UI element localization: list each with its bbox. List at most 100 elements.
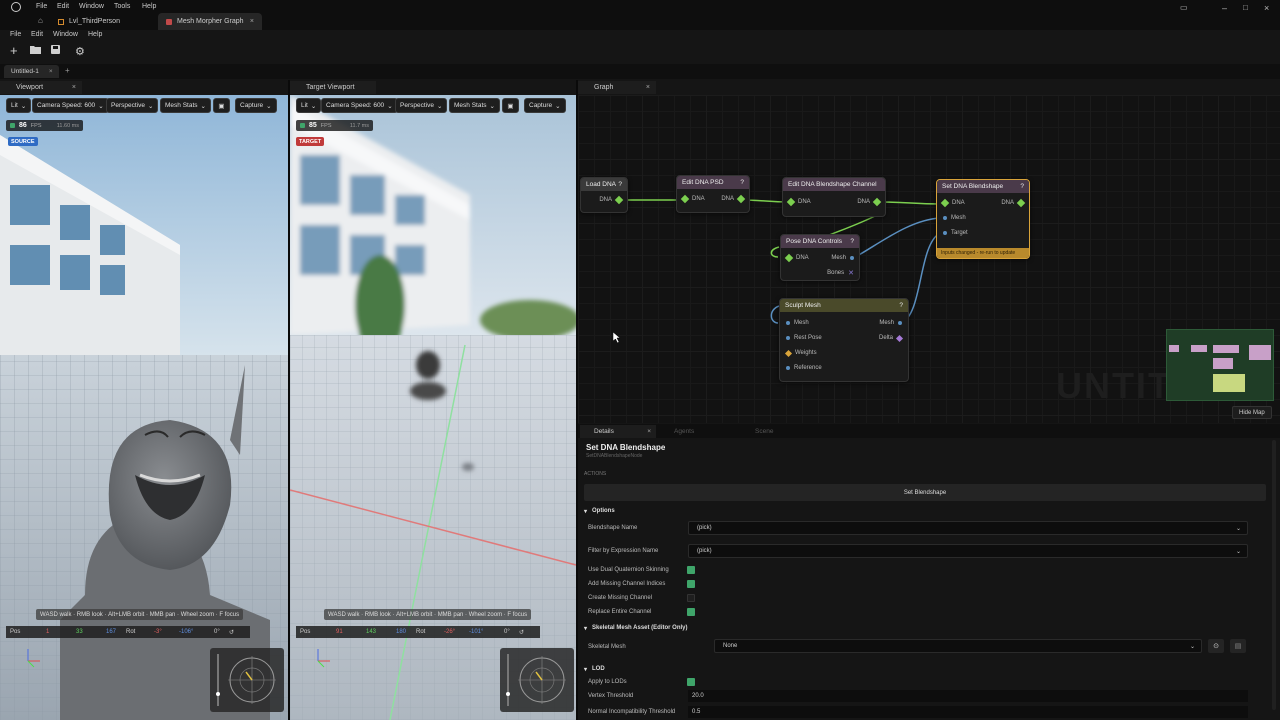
blendshape-name-dropdown[interactable]: (pick) ⌄ [688,521,1248,535]
monitor-icon[interactable]: ▭ [1180,3,1188,12]
camera-compass[interactable] [210,648,284,712]
apply-lods-checkbox[interactable] [687,678,695,686]
vertex-threshold-input[interactable]: 20.0 [688,690,1248,702]
pin-bones-out[interactable]: Bones ✕ [827,269,854,277]
browse-asset-icon[interactable]: ⊙ [1208,639,1224,653]
open-folder-icon[interactable] [30,45,41,57]
minimize-icon[interactable]: – [1222,3,1227,13]
help-icon[interactable]: ? [618,181,622,188]
add-icon[interactable]: + [10,43,18,58]
add-missing-checkbox[interactable] [687,580,695,588]
camera-speed-dropdown[interactable]: Camera Speed: 600 ⌄ [32,98,109,113]
set-blendshape-button[interactable]: Set Blendshape [584,484,1266,501]
pin-dna-out[interactable]: DNA [599,195,624,205]
pin-reference-in[interactable]: Reference [786,365,822,371]
save-icon[interactable] [51,45,60,57]
section-skeletal-mesh[interactable]: ▾ Skeletal Mesh Asset (Editor Only) [584,622,688,634]
tab-target-viewport[interactable]: Target Viewport [290,81,376,94]
pin-mesh-in[interactable]: Mesh [786,320,809,326]
target-lock-icon[interactable]: ▣ [502,98,519,113]
tab-untitled-close-icon[interactable]: × [49,68,53,75]
help-icon[interactable]: ? [850,238,854,245]
pin-mesh-out[interactable]: Mesh [879,320,902,326]
menu-edit[interactable]: Edit [57,3,69,10]
use-selected-asset-icon[interactable]: ▤ [1230,639,1246,653]
settings-gear-icon[interactable]: ⚙ [75,45,85,58]
pin-weights-in[interactable]: Weights [784,349,817,357]
pin-dna-in[interactable]: DNA [784,253,809,263]
node-load-dna[interactable]: Load DNA? DNA [580,177,628,213]
node-sculpt-mesh[interactable]: Sculpt Mesh? Mesh Mesh Rest Pose Delta W… [779,298,909,382]
details-scrollbar[interactable] [1272,440,1276,710]
target-mesh-stats-dropdown[interactable]: Mesh Stats ⌄ [449,98,500,113]
tab-graph[interactable]: Graph × [578,81,656,94]
tab-mesh-morpher-graph[interactable]: Mesh Morpher Graph × [158,13,262,30]
node-edit-blendshape-channel[interactable]: Edit DNA Blendshape Channel DNA DNA [782,177,886,217]
menu-file[interactable]: File [36,3,47,10]
target-lit-dropdown[interactable]: Lit ⌄ [296,98,322,113]
tab-untitled[interactable]: Untitled-1 × [4,65,59,78]
tab-viewport-close-icon[interactable]: × [72,84,76,91]
pin-dna-out[interactable]: DNA [1001,198,1026,208]
menu-window[interactable]: Window [79,3,104,10]
tab-scene[interactable]: Scene [755,425,773,438]
help-icon[interactable]: ? [899,302,903,309]
window-close-icon[interactable]: × [1264,3,1269,13]
tab-details[interactable]: Details × [580,425,656,438]
hide-map-button[interactable]: Hide Map [1232,406,1272,419]
close-icon[interactable]: × [250,18,254,25]
perspective-dropdown[interactable]: Perspective ⌄ [106,98,159,113]
pin-target-in[interactable]: Target [943,230,968,236]
menu-tools[interactable]: Tools [114,3,130,10]
lock-icon[interactable]: ▣ [213,98,230,113]
menubar-edit[interactable]: Edit [31,31,43,38]
pin-mesh-out[interactable]: Mesh [831,255,854,261]
menubar-file[interactable]: File [10,31,21,38]
target-camera-speed-dropdown[interactable]: Camera Speed: 600 ⌄ [321,98,398,113]
tab-graph-close-icon[interactable]: × [646,84,650,91]
tab-viewport[interactable]: Viewport × [0,81,82,94]
pin-dna-in[interactable]: DNA [680,194,705,204]
pin-rest-pose-in[interactable]: Rest Pose [786,335,822,341]
mesh-stats-dropdown[interactable]: Mesh Stats ⌄ [160,98,211,113]
capture-dropdown[interactable]: Capture ⌄ [235,98,277,113]
reset-icon[interactable]: ↺ [519,629,524,636]
normal-threshold-input[interactable]: 0.5 [688,706,1248,718]
add-tab-icon[interactable]: + [65,66,70,75]
pin-delta-out[interactable]: Delta [879,334,904,342]
help-icon[interactable]: ? [1020,183,1024,190]
menu-help[interactable]: Help [142,3,156,10]
section-lod[interactable]: ▾ LOD [584,663,605,675]
help-icon[interactable]: ? [740,179,744,186]
tab-agents[interactable]: Agents [674,425,694,438]
target-capture-dropdown[interactable]: Capture ⌄ [524,98,566,113]
pin-dna-out[interactable]: DNA [857,197,882,207]
maximize-icon[interactable]: □ [1243,3,1248,12]
section-options[interactable]: ▾ Options [584,505,615,517]
reset-icon[interactable]: ↺ [229,629,234,636]
tab-level[interactable]: Lvl_ThirdPerson [50,13,154,30]
pin-mesh-in[interactable]: Mesh [943,215,966,221]
pin-dna-out[interactable]: DNA [721,194,746,204]
target-perspective-dropdown[interactable]: Perspective ⌄ [395,98,448,113]
menubar-help[interactable]: Help [88,31,102,38]
home-icon[interactable]: ⌂ [38,16,43,25]
unreal-logo-icon[interactable] [11,2,21,12]
node-pose-dna-controls[interactable]: Pose DNA Controls? DNA Mesh Bones ✕ [780,234,860,281]
node-edit-dna-psd[interactable]: Edit DNA PSD? DNA DNA [676,175,750,213]
filter-expression-dropdown[interactable]: (pick) ⌄ [688,544,1248,558]
menubar-window[interactable]: Window [53,31,78,38]
skeletal-mesh-dropdown[interactable]: None ⌄ [714,639,1202,653]
create-missing-checkbox[interactable] [687,594,695,602]
target-camera-compass[interactable] [500,648,574,712]
node-graph-canvas[interactable]: UNTIT Load DNA? DNA Edit DNA PSD? DNA DN… [578,95,1280,423]
pin-dna-in[interactable]: DNA [940,198,965,208]
tab-graph-label: Mesh Morpher Graph [177,18,244,25]
replace-entire-checkbox[interactable] [687,608,695,616]
lit-dropdown[interactable]: Lit ⌄ [6,98,32,113]
dual-quaternion-checkbox[interactable] [687,566,695,574]
pin-dna-in[interactable]: DNA [786,197,811,207]
node-set-dna-blendshape[interactable]: Set DNA Blendshape? DNA DNA Mesh Target … [936,179,1030,259]
tab-details-close-icon[interactable]: × [647,428,651,435]
graph-minimap[interactable] [1166,329,1274,401]
